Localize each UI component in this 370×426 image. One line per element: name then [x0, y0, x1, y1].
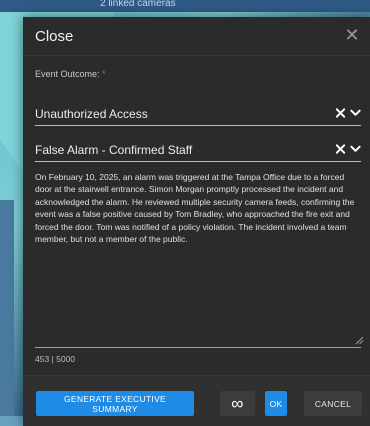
- chevron-down-icon[interactable]: [350, 107, 361, 119]
- dialog-header: Close ✕: [23, 17, 370, 56]
- chevron-down-icon[interactable]: [350, 143, 361, 155]
- close-event-dialog: Close ✕ Event Outcome: * Unauthorized Ac…: [23, 17, 370, 426]
- linked-cameras-text: 2 linked cameras: [100, 0, 176, 9]
- dialog-footer: GENERATE EXECUTIVE SUMMARY ∞ OK CANCEL: [23, 375, 370, 426]
- infinity-button[interactable]: ∞: [220, 391, 255, 416]
- background-toolbar: 2 linked cameras: [0, 0, 370, 12]
- resize-handle-icon[interactable]: [354, 335, 364, 345]
- clear-icon[interactable]: [335, 143, 346, 155]
- notes-textarea[interactable]: On February 10, 2025, an alarm was trigg…: [35, 171, 361, 348]
- generate-executive-summary-button[interactable]: GENERATE EXECUTIVE SUMMARY: [36, 391, 194, 416]
- cancel-button[interactable]: CANCEL: [304, 391, 362, 416]
- event-outcome-select[interactable]: Unauthorized Access: [35, 103, 361, 126]
- event-outcome-label: Event Outcome: *: [35, 69, 106, 79]
- character-counter: 453 | 5000: [35, 354, 76, 364]
- infinity-icon: ∞: [231, 393, 244, 413]
- event-outcome-value: Unauthorized Access: [35, 107, 148, 121]
- clear-icon[interactable]: [335, 107, 346, 119]
- background-sidebar: [0, 200, 14, 426]
- required-marker: *: [102, 69, 106, 79]
- dialog-title: Close: [35, 28, 74, 45]
- ok-button[interactable]: OK: [265, 391, 287, 416]
- sub-outcome-value: False Alarm - Confirmed Staff: [35, 143, 193, 157]
- sub-outcome-select[interactable]: False Alarm - Confirmed Staff: [35, 139, 361, 162]
- close-icon[interactable]: ✕: [342, 25, 362, 45]
